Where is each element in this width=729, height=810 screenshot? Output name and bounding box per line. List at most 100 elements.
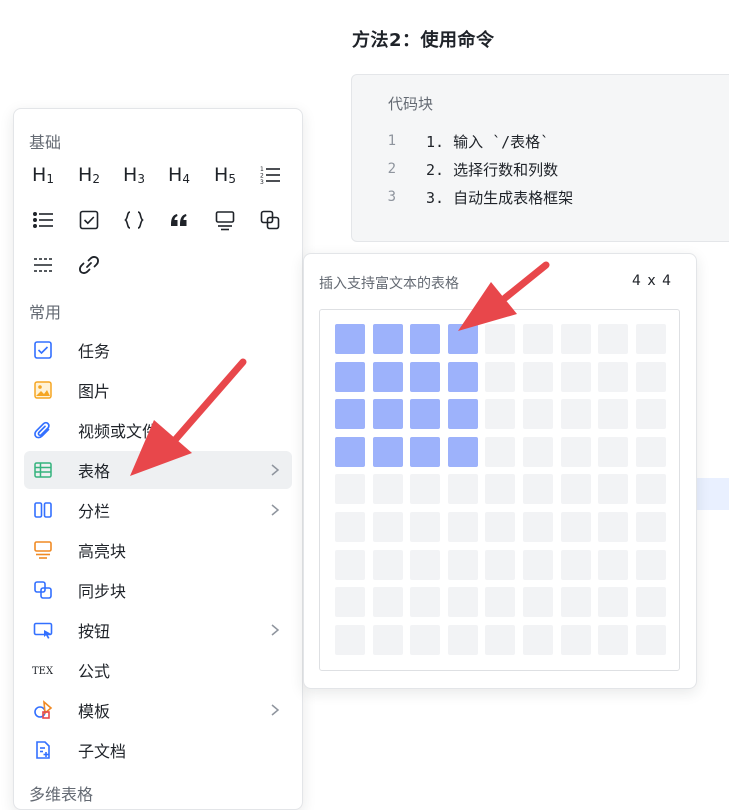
heading-2-icon[interactable]: H2 (72, 160, 106, 190)
table-grid-cell[interactable] (560, 324, 591, 354)
menu-item-columns[interactable]: 分栏 (24, 491, 292, 529)
table-grid-cell[interactable] (485, 436, 516, 467)
table-grid-cell[interactable] (598, 587, 629, 618)
menu-item-button[interactable]: 按钮 (24, 611, 292, 649)
table-grid-cell[interactable] (598, 624, 629, 655)
table-grid-cell[interactable] (410, 624, 441, 655)
table-grid-cell[interactable] (410, 474, 441, 505)
table-grid-cell-selected[interactable] (447, 361, 478, 392)
table-grid-cell-selected[interactable] (447, 436, 478, 467)
table-grid-cell[interactable] (372, 512, 403, 542)
heading-5-icon[interactable]: H5 (208, 160, 242, 190)
table-grid-cell[interactable] (598, 474, 629, 505)
table-grid-cell[interactable] (635, 399, 666, 430)
table-grid-cell[interactable] (560, 549, 591, 580)
table-grid-cell-selected[interactable] (335, 361, 365, 392)
table-grid-cell[interactable] (598, 436, 629, 467)
table-grid-cell[interactable] (335, 549, 365, 580)
menu-item-template[interactable]: 模板 (24, 691, 292, 729)
table-grid-cell[interactable] (485, 324, 516, 354)
table-grid-cell-selected[interactable] (447, 324, 478, 354)
table-grid-cell[interactable] (372, 624, 403, 655)
table-grid-cell[interactable] (335, 587, 365, 618)
table-grid-cell[interactable] (485, 399, 516, 430)
menu-item-subdoc[interactable]: 子文档 (24, 731, 292, 769)
table-grid-cell[interactable] (485, 474, 516, 505)
table-grid-cell[interactable] (560, 624, 591, 655)
table-grid-cell[interactable] (523, 587, 553, 618)
table-grid-cell-selected[interactable] (335, 324, 365, 354)
table-grid-cell[interactable] (447, 512, 478, 542)
table-grid-cell[interactable] (635, 549, 666, 580)
code-block[interactable]: 代码块 1 1. 输入 `/表格` 2 2. 选择行数和列数 3 3. 自动生成… (351, 74, 729, 242)
sync-block-icon[interactable] (253, 205, 287, 235)
table-grid-cell-selected[interactable] (410, 324, 441, 354)
callout-icon[interactable] (208, 205, 242, 235)
table-grid-cell-selected[interactable] (372, 436, 403, 467)
quote-icon[interactable] (162, 205, 196, 235)
table-grid-cell[interactable] (598, 361, 629, 392)
table-grid-cell[interactable] (635, 436, 666, 467)
code-braces-icon[interactable] (117, 205, 151, 235)
table-grid-cell[interactable] (523, 399, 553, 430)
checkbox-icon[interactable] (72, 205, 106, 235)
table-grid[interactable] (319, 309, 680, 671)
menu-item-video-file[interactable]: 视频或文件 (24, 411, 292, 449)
table-grid-cell[interactable] (372, 474, 403, 505)
table-grid-cell[interactable] (635, 624, 666, 655)
table-grid-cell[interactable] (635, 512, 666, 542)
table-grid-cell[interactable] (598, 512, 629, 542)
table-grid-cell[interactable] (560, 399, 591, 430)
ordered-list-icon[interactable]: 1 2 3 (253, 160, 287, 190)
menu-item-table[interactable]: 表格 (24, 451, 292, 489)
table-grid-cell[interactable] (485, 624, 516, 655)
table-grid-cell[interactable] (560, 361, 591, 392)
table-grid-cell[interactable] (372, 587, 403, 618)
table-grid-cell[interactable] (560, 587, 591, 618)
bullet-list-icon[interactable] (26, 205, 60, 235)
table-grid-cell-selected[interactable] (410, 361, 441, 392)
table-grid-cell[interactable] (598, 399, 629, 430)
menu-item-image[interactable]: 图片 (24, 371, 292, 409)
table-grid-cell-selected[interactable] (410, 436, 441, 467)
table-grid-cell[interactable] (523, 549, 553, 580)
menu-item-sync-block[interactable]: 同步块 (24, 571, 292, 609)
table-grid-cell[interactable] (635, 474, 666, 505)
table-grid-cell[interactable] (635, 361, 666, 392)
table-grid-cell-selected[interactable] (410, 399, 441, 430)
table-grid-cell-selected[interactable] (372, 361, 403, 392)
table-grid-cell[interactable] (485, 549, 516, 580)
table-grid-cell[interactable] (523, 512, 553, 542)
table-grid-cell[interactable] (485, 361, 516, 392)
table-grid-cell[interactable] (410, 549, 441, 580)
table-grid-cell[interactable] (410, 512, 441, 542)
table-grid-cell[interactable] (335, 624, 365, 655)
table-grid-cell[interactable] (560, 474, 591, 505)
link-icon[interactable] (72, 250, 106, 280)
table-grid-cell[interactable] (523, 474, 553, 505)
menu-item-highlight-block[interactable]: 高亮块 (24, 531, 292, 569)
table-grid-cell[interactable] (447, 587, 478, 618)
table-grid-cell[interactable] (447, 474, 478, 505)
menu-item-formula[interactable]: TEX 公式 (24, 651, 292, 689)
table-grid-cell-selected[interactable] (447, 399, 478, 430)
table-grid-cell[interactable] (598, 549, 629, 580)
table-grid-cell[interactable] (635, 587, 666, 618)
table-grid-cell[interactable] (410, 587, 441, 618)
table-grid-cell[interactable] (372, 549, 403, 580)
table-grid-cell[interactable] (523, 361, 553, 392)
table-grid-cell[interactable] (598, 324, 629, 354)
divider-icon[interactable] (26, 250, 60, 280)
table-grid-cell[interactable] (485, 512, 516, 542)
table-grid-cell-selected[interactable] (372, 324, 403, 354)
table-grid-cell[interactable] (447, 624, 478, 655)
table-grid-cell[interactable] (485, 587, 516, 618)
table-grid-cell[interactable] (635, 324, 666, 354)
menu-item-task[interactable]: 任务 (24, 331, 292, 369)
table-grid-cell[interactable] (560, 512, 591, 542)
heading-4-icon[interactable]: H4 (162, 160, 196, 190)
table-grid-cell-selected[interactable] (335, 436, 365, 467)
table-grid-cell[interactable] (523, 624, 553, 655)
table-grid-cell[interactable] (523, 324, 553, 354)
table-grid-cell-selected[interactable] (335, 399, 365, 430)
